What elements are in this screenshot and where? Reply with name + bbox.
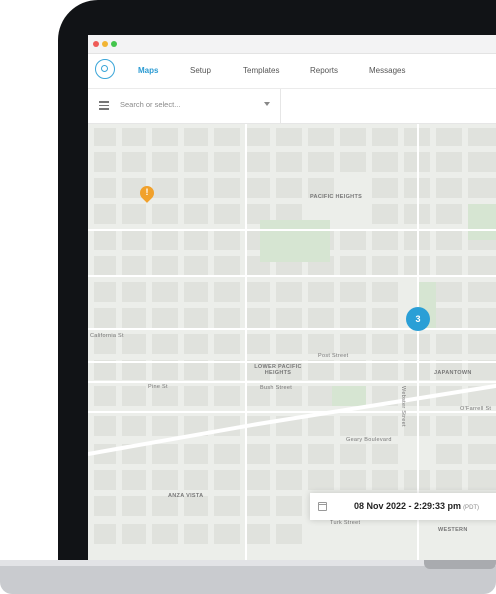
- timestamp-text: 08 Nov 2022 - 2:29:33 pm (PDT): [354, 501, 479, 511]
- tab-messages[interactable]: Messages: [369, 66, 405, 75]
- map-label-turk-st: Turk Street: [330, 520, 361, 526]
- map-label-pacific-heights: PACIFIC HEIGHTS: [310, 194, 363, 200]
- tab-maps[interactable]: Maps: [138, 66, 158, 75]
- map-label-geary-blvd: Geary Boulevard: [346, 437, 392, 443]
- toolbar-divider: [280, 89, 281, 123]
- timestamp-value: 08 Nov 2022 - 2:29:33 pm: [354, 501, 462, 511]
- tab-templates[interactable]: Templates: [243, 66, 279, 75]
- timestamp-zone: (PDT): [463, 505, 480, 511]
- maximize-window-button[interactable]: [111, 41, 117, 47]
- hamburger-menu-icon[interactable]: [99, 101, 109, 110]
- map-label-webster-st: Webster Street: [400, 386, 406, 427]
- map-label-post-st: Post Street: [318, 353, 349, 359]
- cluster-marker[interactable]: 3: [406, 307, 430, 331]
- map-label-ofarrell-st: O'Farrell St: [460, 406, 492, 412]
- tab-reports[interactable]: Reports: [310, 66, 338, 75]
- chevron-down-icon[interactable]: [264, 102, 270, 106]
- timestamp-panel: 08 Nov 2022 - 2:29:33 pm (PDT): [310, 493, 496, 520]
- close-window-button[interactable]: [93, 41, 99, 47]
- search-select-input[interactable]: Search or select...: [120, 100, 180, 109]
- calendar-icon[interactable]: [318, 502, 327, 511]
- map-label-anza-vista: ANZA VISTA: [168, 493, 204, 499]
- map-label-western: WESTERN: [438, 527, 468, 533]
- minimize-window-button[interactable]: [102, 41, 108, 47]
- top-nav: Maps Setup Templates Reports Messages: [88, 54, 496, 89]
- map-label-lower-pacific-heights: LOWER PACIFIC HEIGHTS: [254, 364, 302, 376]
- alert-marker-icon[interactable]: !: [137, 183, 157, 203]
- laptop-hinge: [424, 560, 496, 569]
- laptop-base: [0, 560, 496, 594]
- window-titlebar: [88, 35, 496, 54]
- app-window: Maps Setup Templates Reports Messages Se…: [88, 35, 496, 560]
- map-label-pine-st: Pine St: [148, 384, 168, 390]
- map-label-california-st: California St: [90, 333, 124, 339]
- toolbar: Search or select...: [88, 89, 496, 124]
- tab-setup[interactable]: Setup: [190, 66, 211, 75]
- alert-marker-glyph: !: [145, 187, 149, 197]
- map-label-japantown: JAPANTOWN: [434, 370, 472, 376]
- map-canvas[interactable]: PACIFIC HEIGHTS LOWER PACIFIC HEIGHTS JA…: [88, 124, 496, 560]
- app-logo-icon[interactable]: [95, 59, 115, 79]
- map-label-bush-st: Bush Street: [260, 385, 293, 391]
